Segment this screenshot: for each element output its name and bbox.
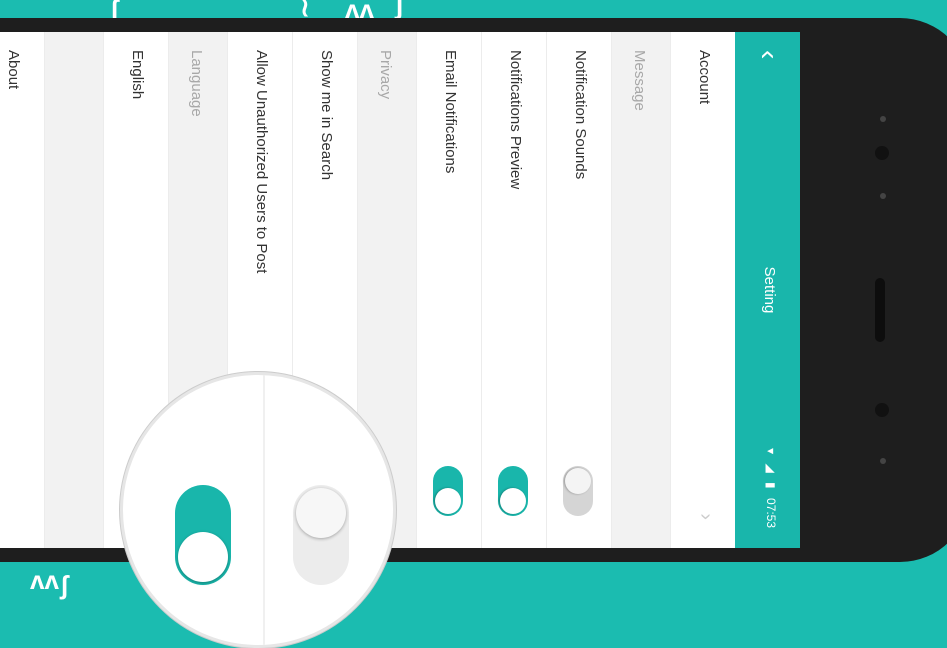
section-header-message: Message bbox=[611, 32, 670, 548]
row-label: Email Notifications bbox=[442, 50, 459, 174]
toggle-knob bbox=[296, 488, 346, 538]
wifi-icon: ▾ bbox=[764, 448, 778, 455]
settings-view: ‹ Setting ▾ ◢ ▮ 07:53 Account › Message bbox=[0, 32, 800, 548]
sensor-dot bbox=[880, 116, 886, 122]
row-label: Notifications Preview bbox=[507, 50, 524, 190]
notification-sounds-toggle[interactable] bbox=[563, 466, 593, 516]
row-notifications-preview: Notifications Preview bbox=[481, 32, 546, 548]
row-label: About bbox=[5, 50, 22, 90]
battery-icon: ▮ bbox=[764, 482, 778, 489]
section-label: Privacy bbox=[377, 50, 394, 100]
row-label: English bbox=[129, 50, 146, 100]
row-email-notifications: Email Notifications bbox=[416, 32, 481, 548]
magnified-toggle-off bbox=[293, 485, 349, 585]
email-notifications-toggle[interactable] bbox=[433, 466, 463, 516]
row-label: Show me in Search bbox=[318, 50, 335, 181]
sensor-dot bbox=[880, 193, 886, 199]
row-label: Notification Sounds bbox=[572, 50, 589, 180]
section-label: Message bbox=[631, 50, 648, 111]
phone-screen: ‹ Setting ▾ ◢ ▮ 07:53 Account › Message bbox=[0, 32, 800, 548]
speaker-grille bbox=[875, 278, 885, 342]
divider bbox=[263, 375, 265, 645]
signal-icon: ◢ bbox=[764, 463, 778, 473]
row-label: Account bbox=[696, 50, 713, 105]
toggle-knob bbox=[500, 488, 526, 514]
status-time: 07:53 bbox=[764, 497, 778, 528]
row-about[interactable]: About bbox=[0, 32, 44, 548]
camera-icon bbox=[875, 146, 889, 160]
section-label: Language bbox=[188, 50, 205, 117]
squiggle-decoration: ʌʌ bbox=[30, 565, 59, 595]
row-label: Allow Unauthorized Users to Post bbox=[253, 50, 270, 274]
chevron-right-icon: › bbox=[695, 513, 717, 520]
app-bar: ‹ Setting ▾ ◢ ▮ 07:53 bbox=[735, 32, 800, 548]
toggle-knob bbox=[435, 488, 461, 514]
status-bar: ▾ ◢ ▮ 07:53 bbox=[764, 442, 778, 528]
toggle-knob bbox=[178, 532, 228, 582]
squiggle-decoration: ʃ bbox=[60, 570, 69, 600]
magnified-toggle-on bbox=[175, 485, 231, 585]
row-account[interactable]: Account › bbox=[670, 32, 735, 548]
notifications-preview-toggle[interactable] bbox=[498, 466, 528, 516]
section-header-blank bbox=[44, 32, 103, 548]
sensor-icon bbox=[875, 403, 889, 417]
row-notification-sounds: Notification Sounds bbox=[546, 32, 611, 548]
toggle-magnifier bbox=[120, 372, 396, 648]
sensor-dot bbox=[880, 458, 886, 464]
toggle-knob bbox=[565, 468, 591, 494]
